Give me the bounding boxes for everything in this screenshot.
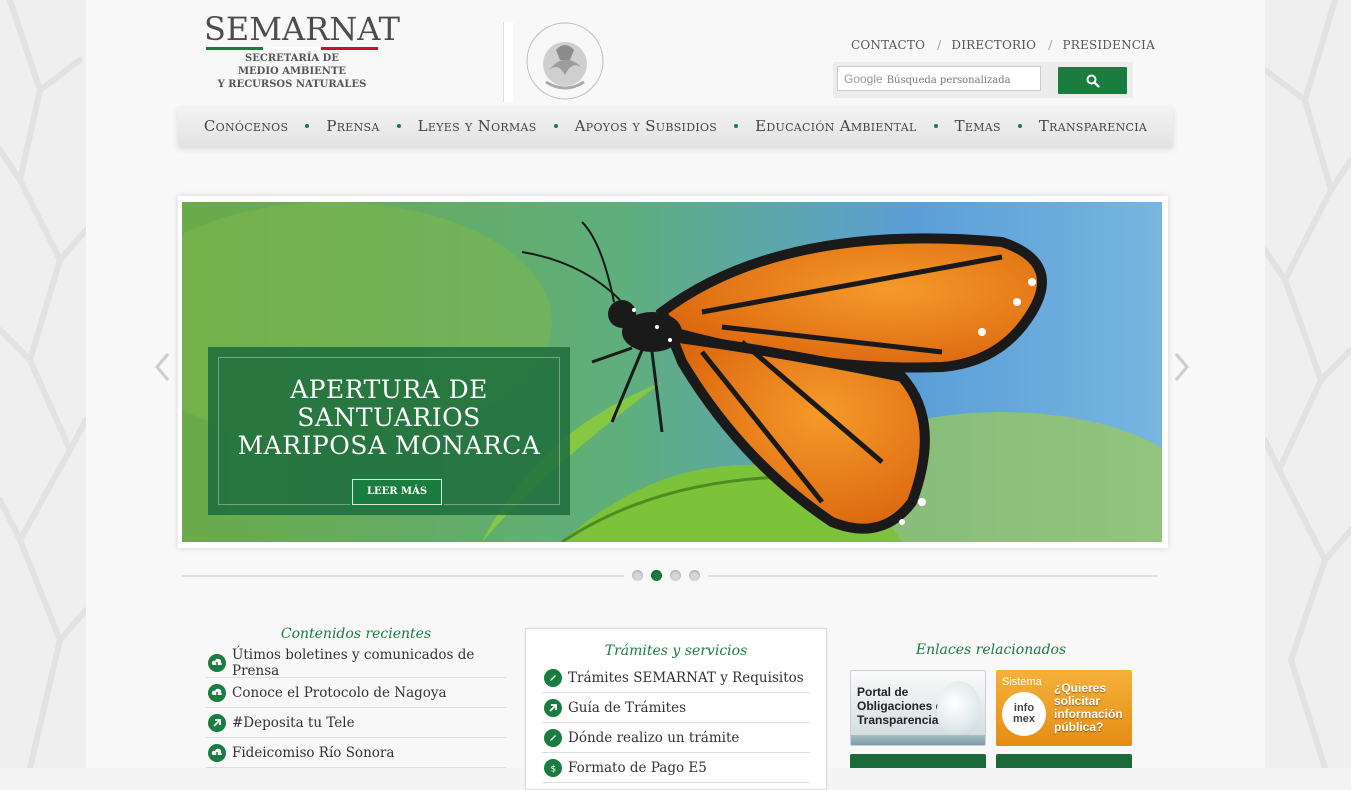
nav-transparencia[interactable]: Transparencia bbox=[1039, 117, 1147, 135]
more-banners bbox=[850, 754, 1132, 768]
slider-dot[interactable] bbox=[689, 569, 700, 581]
recent-content-title: Contenidos recientes bbox=[280, 626, 432, 642]
search-input[interactable]: Google Búsqueda personalizada bbox=[837, 66, 1041, 91]
search-icon bbox=[1086, 74, 1100, 88]
logo-subtitle-line: MEDIO AMBIENTE bbox=[237, 66, 347, 77]
cloud-upload-icon bbox=[208, 683, 226, 702]
banner-partial[interactable] bbox=[996, 754, 1132, 768]
services-column: Trámites y servicios Trámites SEMARNAT y… bbox=[525, 628, 827, 790]
portal-transparencia-banner[interactable]: Portal de Obligaciones de Transparencia bbox=[850, 670, 986, 746]
nav-separator bbox=[734, 124, 739, 128]
slider-prev-arrow-icon[interactable] bbox=[154, 352, 170, 382]
directorio-link[interactable]: DIRECTORIO bbox=[951, 38, 1036, 52]
mexico-seal-icon bbox=[526, 22, 604, 100]
related-links-title: Enlaces relacionados bbox=[915, 642, 1067, 658]
contacto-link[interactable]: CONTACTO bbox=[851, 38, 925, 52]
leer-mas-button[interactable]: LEER MÁS bbox=[352, 479, 442, 505]
nav-temas[interactable]: Temas bbox=[955, 117, 1001, 135]
arrow-up-right-icon bbox=[208, 713, 226, 732]
semarnat-logo[interactable]: SEMARNAT SECRETARÍA DE MEDIO AMBIENTE Y … bbox=[204, 10, 604, 102]
slide-caption: APERTURA DE SANTUARIOS MARIPOSA MONARCA … bbox=[208, 347, 570, 515]
logo-divider bbox=[504, 22, 513, 102]
flag-stripe bbox=[206, 47, 378, 50]
list-item[interactable]: Dónde realizo un trámite bbox=[542, 723, 810, 753]
search-placeholder: Búsqueda personalizada bbox=[886, 75, 1011, 86]
logo-subtitle: SECRETARÍA DE MEDIO AMBIENTE Y RECURSOS … bbox=[204, 52, 380, 91]
main-nav: Conócenos Prensa Leyes y Normas Apoyos y… bbox=[178, 106, 1173, 146]
slider-dot[interactable] bbox=[632, 569, 643, 581]
google-brand: Google bbox=[844, 72, 883, 86]
list-item[interactable]: Trámites SEMARNAT y Requisitos bbox=[542, 663, 810, 693]
logo-subtitle-line: SECRETARÍA DE bbox=[245, 53, 339, 64]
background-left-pattern bbox=[0, 0, 86, 768]
list-item[interactable]: $ Formato de Pago E5 bbox=[542, 753, 810, 783]
slider-dot[interactable] bbox=[670, 569, 681, 581]
banner-partial[interactable] bbox=[850, 754, 986, 768]
pencil-icon bbox=[544, 728, 562, 747]
nav-prensa[interactable]: Prensa bbox=[326, 117, 379, 135]
cloud-upload-icon bbox=[208, 653, 226, 672]
list-item[interactable]: #Deposita tu Tele bbox=[206, 708, 506, 738]
search-box: Google Búsqueda personalizada bbox=[833, 62, 1133, 98]
search-button[interactable] bbox=[1058, 67, 1127, 94]
list-item[interactable]: Guía de Trámites bbox=[542, 693, 810, 723]
infomex-banner[interactable]: Sistema info mex ¿Quieres solicitar info… bbox=[996, 670, 1132, 746]
slide-caption-title: APERTURA DE SANTUARIOS MARIPOSA MONARCA bbox=[237, 375, 541, 460]
nav-conocenos[interactable]: Conócenos bbox=[204, 117, 288, 135]
nav-separator bbox=[933, 124, 938, 128]
nav-separator bbox=[305, 124, 310, 128]
nav-educacion-ambiental[interactable]: Educación Ambiental bbox=[755, 117, 916, 135]
cloud-upload-icon bbox=[208, 743, 226, 762]
recent-content-column: Contenidos recientes Útimos boletines y … bbox=[206, 626, 506, 768]
list-item[interactable]: Conoce el Protocolo de Nagoya bbox=[206, 678, 506, 708]
infomex-logo: info mex bbox=[1002, 692, 1046, 736]
slider-dots bbox=[624, 566, 708, 584]
list-item[interactable]: Útimos boletines y comunicados de Prensa bbox=[206, 647, 506, 679]
nav-leyes-normas[interactable]: Leyes y Normas bbox=[418, 117, 537, 135]
arrow-up-right-icon bbox=[544, 698, 562, 717]
list-item[interactable]: Fideicomiso Río Sonora bbox=[206, 738, 506, 768]
nav-separator bbox=[1017, 124, 1022, 128]
services-title: Trámites y servicios bbox=[604, 643, 748, 659]
related-links-column: Enlaces relacionados Portal de Obligacio… bbox=[850, 642, 1132, 768]
nav-separator bbox=[396, 124, 401, 128]
page-container: SEMARNAT SECRETARÍA DE MEDIO AMBIENTE Y … bbox=[86, 0, 1265, 790]
globe-icon bbox=[937, 681, 981, 737]
slider-next-arrow-icon[interactable] bbox=[1174, 352, 1190, 382]
logo-title: SEMARNAT bbox=[204, 10, 400, 48]
top-links: CONTACTO / DIRECTORIO / PRESIDENCIA bbox=[851, 38, 1155, 52]
background-right-pattern bbox=[1265, 0, 1351, 768]
nav-separator bbox=[553, 124, 558, 128]
logo-subtitle-line: Y RECURSOS NATURALES bbox=[217, 79, 367, 90]
pencil-icon bbox=[544, 668, 562, 687]
svg-text:$: $ bbox=[551, 764, 557, 773]
nav-apoyos-subsidios[interactable]: Apoyos y Subsidios bbox=[575, 117, 718, 135]
slider-dot-active[interactable] bbox=[651, 569, 662, 581]
presidencia-link[interactable]: PRESIDENCIA bbox=[1062, 38, 1155, 52]
